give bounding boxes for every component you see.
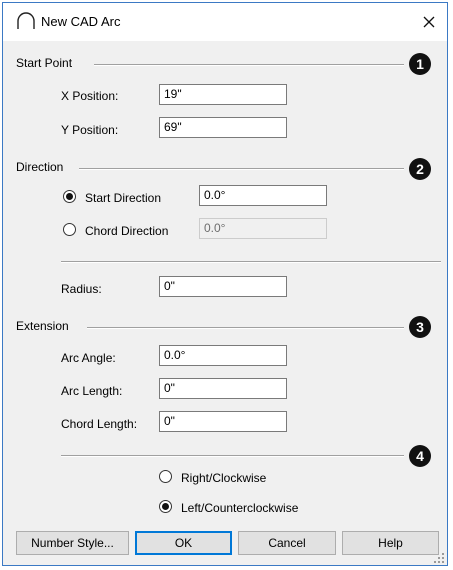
callout-1: 1 xyxy=(409,53,431,75)
radius-input[interactable]: 0" xyxy=(159,276,287,297)
new-cad-arc-dialog: New CAD Arc Start Point 1 X Position: 19… xyxy=(2,2,448,566)
left-counterclockwise-radio[interactable] xyxy=(159,500,172,513)
x-position-label: X Position: xyxy=(61,89,119,103)
arc-length-input[interactable]: 0" xyxy=(159,378,287,399)
radius-separator xyxy=(61,261,441,263)
start-point-heading: Start Point xyxy=(16,56,73,70)
arc-length-label: Arc Length: xyxy=(61,384,123,398)
extension-heading: Extension xyxy=(16,319,69,333)
title-bar: New CAD Arc xyxy=(3,3,447,41)
chord-direction-label[interactable]: Chord Direction xyxy=(85,224,168,238)
orientation-separator xyxy=(61,455,404,457)
start-direction-label[interactable]: Start Direction xyxy=(85,191,161,205)
chord-direction-radio[interactable] xyxy=(63,223,76,236)
start-direction-input[interactable]: 0.0° xyxy=(199,185,327,206)
callout-3: 3 xyxy=(409,316,431,338)
chord-length-input[interactable]: 0" xyxy=(159,411,287,432)
right-clockwise-label[interactable]: Right/Clockwise xyxy=(181,471,266,485)
right-clockwise-radio[interactable] xyxy=(159,470,172,483)
close-icon xyxy=(423,16,435,28)
resize-grip-icon[interactable] xyxy=(434,552,444,563)
number-style-button[interactable]: Number Style... xyxy=(16,531,129,555)
help-button[interactable]: Help xyxy=(342,531,439,555)
arc-angle-label: Arc Angle: xyxy=(61,351,116,365)
extension-separator xyxy=(87,327,404,329)
ok-button[interactable]: OK xyxy=(135,531,232,555)
x-position-input[interactable]: 19" xyxy=(159,84,287,105)
direction-heading: Direction xyxy=(16,160,64,174)
y-position-label: Y Position: xyxy=(61,123,119,137)
arc-angle-input[interactable]: 0.0° xyxy=(159,345,287,366)
arc-icon xyxy=(15,11,35,31)
radius-label: Radius: xyxy=(61,282,102,296)
direction-separator xyxy=(79,168,404,170)
callout-2: 2 xyxy=(409,158,431,180)
cancel-button[interactable]: Cancel xyxy=(238,531,336,555)
start-point-separator xyxy=(94,64,404,66)
chord-length-label: Chord Length: xyxy=(61,417,138,431)
start-direction-radio[interactable] xyxy=(63,190,76,203)
chord-direction-input[interactable]: 0.0° xyxy=(199,218,327,239)
close-button[interactable] xyxy=(411,3,447,41)
window-title: New CAD Arc xyxy=(41,14,121,29)
left-counterclockwise-label[interactable]: Left/Counterclockwise xyxy=(181,501,298,515)
y-position-input[interactable]: 69" xyxy=(159,117,287,138)
callout-4: 4 xyxy=(409,445,431,467)
